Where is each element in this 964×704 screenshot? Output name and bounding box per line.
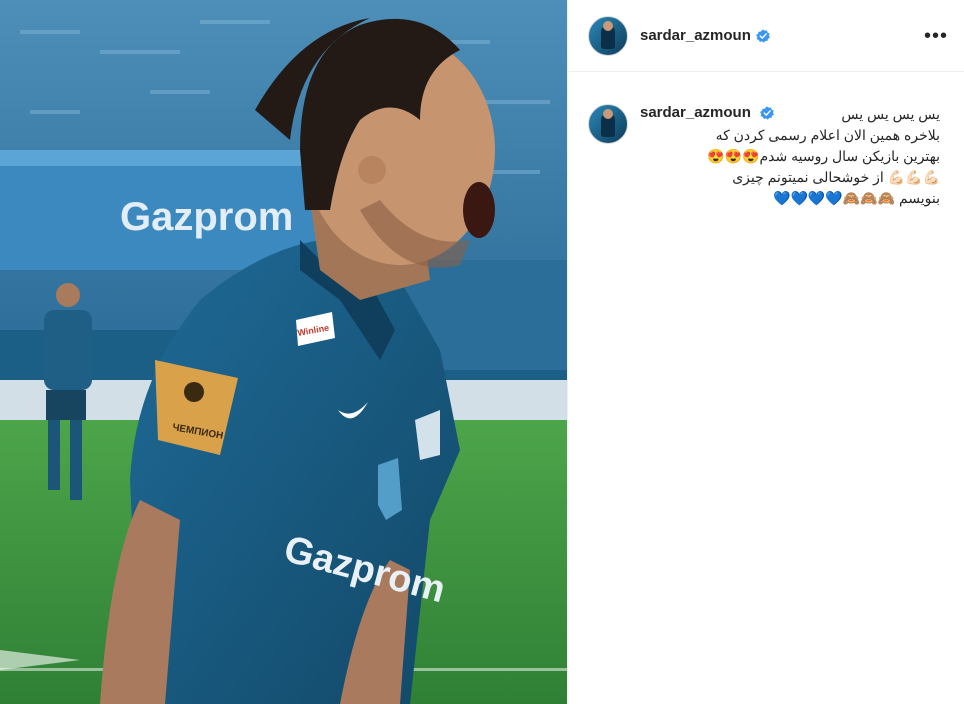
caption-avatar[interactable] — [588, 104, 628, 144]
post-header: sardar_azmoun ••• — [568, 0, 964, 72]
avatar[interactable] — [588, 15, 628, 56]
caption-username-link[interactable]: sardar_azmoun — [640, 104, 751, 121]
more-options-icon[interactable]: ••• — [924, 26, 948, 46]
football-player-photo: Gazprom ЧЕМПИОН Winline Gazprom — [0, 0, 567, 704]
post-photo[interactable]: Gazprom ЧЕМПИОН Winline Gazprom — [0, 0, 567, 704]
caption-verified-badge-icon — [760, 106, 775, 120]
post-side-panel: sardar_azmoun ••• sardar_azmoun یس یس یس… — [567, 0, 964, 704]
caption-comment: sardar_azmoun یس یس یس یس بلاخره همین ال… — [568, 72, 964, 209]
username-link[interactable]: sardar_azmoun — [640, 27, 751, 44]
verified-badge-icon — [755, 28, 770, 43]
stadium-banner-text: Gazprom — [120, 195, 293, 239]
